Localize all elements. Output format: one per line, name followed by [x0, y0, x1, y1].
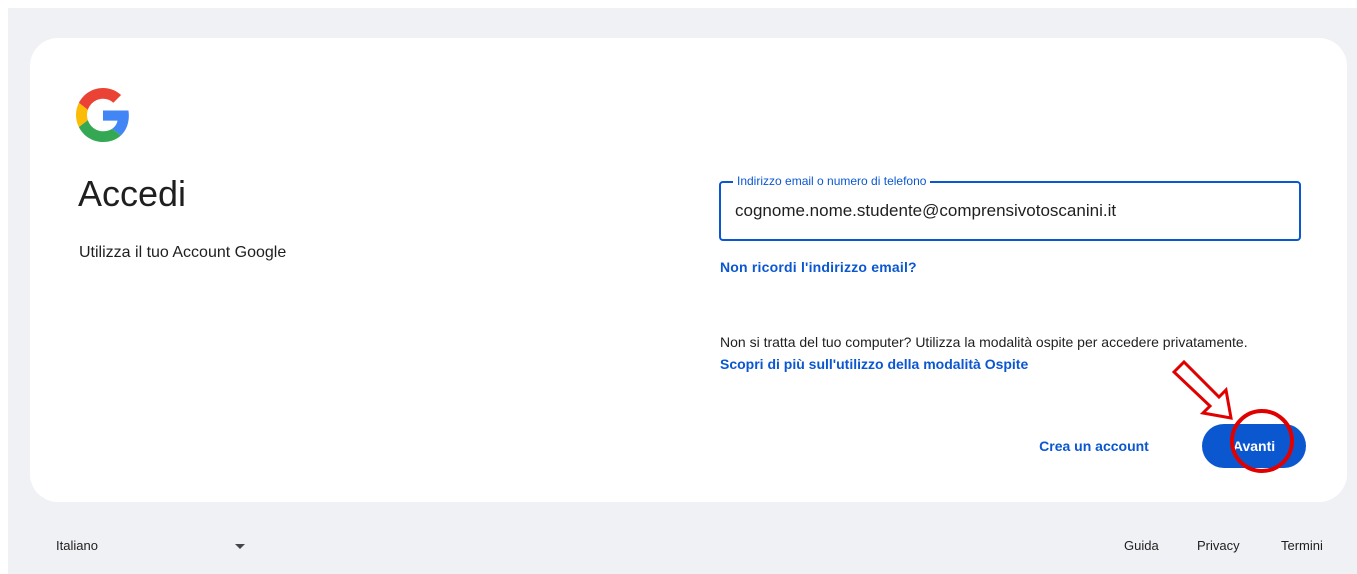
email-field-label: Indirizzo email o numero di telefono	[733, 174, 931, 188]
google-logo-icon	[76, 88, 129, 142]
forgot-email-link[interactable]: Non ricordi l'indirizzo email?	[720, 259, 917, 275]
page-subtitle: Utilizza il tuo Account Google	[79, 244, 287, 261]
footer-link-terms[interactable]: Termini	[1281, 538, 1323, 553]
language-selector[interactable]: Italiano	[56, 538, 98, 553]
guest-mode-learn-more-link[interactable]: Scopri di più sull'utilizzo della modali…	[720, 356, 1028, 372]
page-title: Accedi	[78, 173, 187, 214]
guest-mode-notice: Non si tratta del tuo computer? Utilizza…	[720, 331, 1280, 375]
next-button[interactable]: Avanti	[1202, 424, 1306, 468]
chevron-down-icon[interactable]	[235, 544, 245, 549]
guest-mode-text: Non si tratta del tuo computer? Utilizza…	[720, 334, 1248, 350]
create-account-button[interactable]: Crea un account	[1016, 426, 1172, 466]
email-field[interactable]: Indirizzo email o numero di telefono	[719, 174, 1301, 241]
footer-link-help[interactable]: Guida	[1124, 538, 1159, 553]
footer-link-privacy[interactable]: Privacy	[1197, 538, 1240, 553]
email-input[interactable]	[735, 197, 1275, 225]
